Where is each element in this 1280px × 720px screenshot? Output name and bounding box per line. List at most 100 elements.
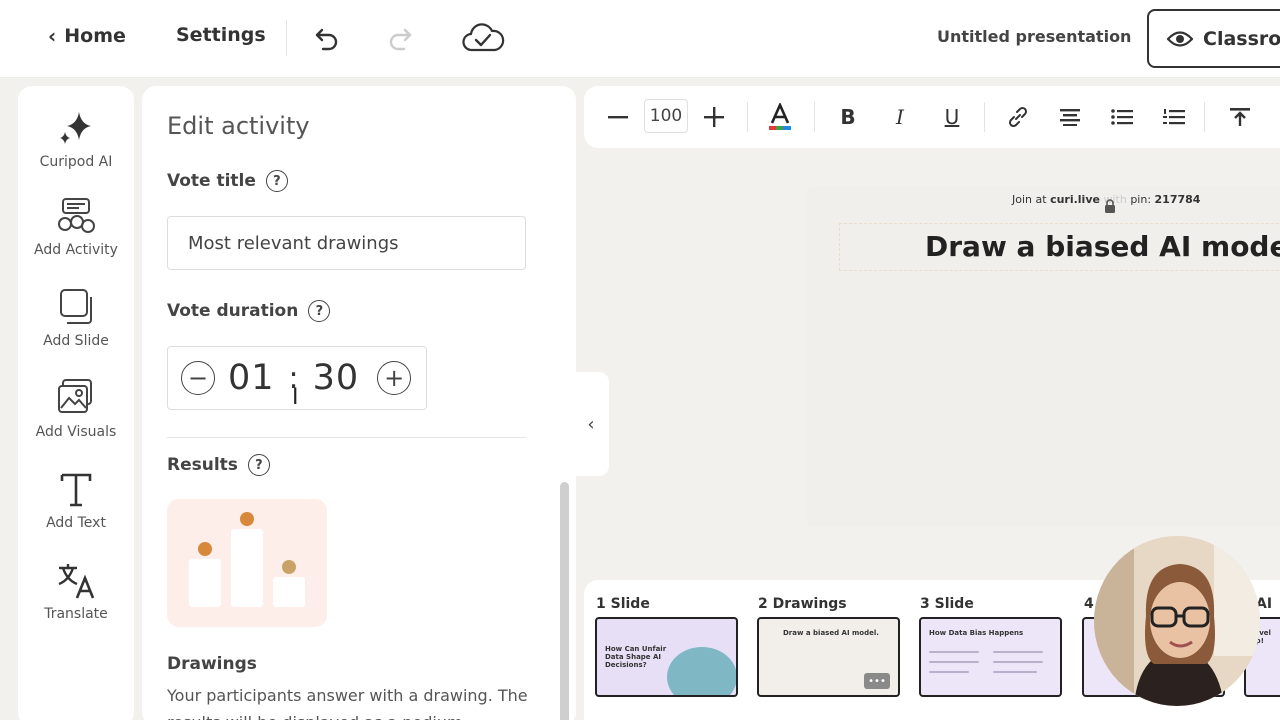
toolbar-divider xyxy=(984,102,985,132)
slide-thumbnail-2[interactable]: Draw a biased AI model. ••• xyxy=(757,617,900,697)
more-options-icon[interactable]: ••• xyxy=(864,673,890,689)
edit-activity-panel: Edit activity Vote title ? Vote duration… xyxy=(142,86,576,720)
podium-results-option[interactable] xyxy=(167,499,327,627)
toolbar-divider xyxy=(286,20,287,56)
rail-item-translate[interactable]: Translate xyxy=(18,560,134,622)
thumb-label: 1 Slide xyxy=(596,596,650,612)
slides-icon xyxy=(60,289,92,324)
presenter-video-image xyxy=(1094,536,1260,706)
bullet-list-icon xyxy=(1111,109,1133,125)
italic-icon[interactable]: I xyxy=(886,102,914,132)
thumb-text-line xyxy=(993,651,1043,653)
duration-minutes[interactable]: 01 xyxy=(228,358,275,398)
zoom-input[interactable]: 100 xyxy=(644,99,688,133)
vote-duration-label-row: Vote duration ? xyxy=(167,300,331,322)
thumb-text-line xyxy=(929,671,969,673)
rail-item-add-visuals[interactable]: Add Visuals xyxy=(18,378,134,440)
rail-item-curipod-ai[interactable]: Curipod AI xyxy=(18,108,134,170)
plus-circle-icon[interactable]: + xyxy=(377,361,412,395)
align-center-button[interactable] xyxy=(1056,102,1084,132)
thumb-text-line xyxy=(993,661,1043,663)
classroom-label: Classro xyxy=(1203,27,1280,50)
chevron-left-icon: ‹ xyxy=(48,24,57,48)
avatar-icon xyxy=(282,560,296,574)
join-pin: 217784 xyxy=(1154,193,1201,206)
rail-item-label: Curipod AI xyxy=(39,154,113,170)
results-label: Results xyxy=(167,455,238,475)
podium-block-second xyxy=(189,559,221,607)
thumb-title: How Data Bias Happens xyxy=(929,629,1024,637)
podium-block-first xyxy=(231,529,263,607)
help-icon[interactable]: ? xyxy=(265,170,288,192)
text-icon xyxy=(60,473,92,507)
sparkle-icon xyxy=(60,112,91,144)
vertical-align-top-button[interactable] xyxy=(1226,102,1254,132)
duration-seconds[interactable]: 30 xyxy=(313,358,360,398)
thumb-label: 2 Drawings xyxy=(758,596,847,612)
redo-icon[interactable] xyxy=(386,22,414,54)
toolbar-divider xyxy=(814,102,815,132)
numbered-list-button[interactable] xyxy=(1160,102,1188,132)
drawings-title: Drawings xyxy=(167,654,257,674)
thumb-title: How Can Unfair Data Shape AI Decisions? xyxy=(605,645,667,669)
rail-item-label: Add Activity xyxy=(34,242,118,258)
rail-item-add-slide[interactable]: Add Slide xyxy=(18,287,134,349)
thumb-text-line xyxy=(929,661,979,663)
thumb-title: Draw a biased AI model. xyxy=(783,629,879,637)
bold-icon[interactable]: B xyxy=(834,102,862,132)
eye-icon xyxy=(1167,30,1193,47)
translate-icon xyxy=(58,564,95,599)
settings-button[interactable]: Settings xyxy=(176,24,266,46)
panel-scrollbar[interactable] xyxy=(560,482,569,720)
plus-icon xyxy=(704,107,724,127)
help-icon[interactable]: ? xyxy=(308,300,331,322)
text-cursor-icon: I xyxy=(292,385,299,410)
left-rail: Curipod AI Add Activity Add Slide Add Vi… xyxy=(18,86,134,720)
vote-title-input[interactable] xyxy=(167,216,526,270)
slide-thumbnail-1[interactable]: How Can Unfair Data Shape AI Decisions? xyxy=(595,617,738,697)
zoom-out-button[interactable] xyxy=(604,102,632,132)
align-top-icon xyxy=(1230,108,1250,126)
numbered-list-icon xyxy=(1163,109,1185,125)
drawings-description: Your participants answer with a drawing.… xyxy=(167,686,528,720)
zoom-in-button[interactable] xyxy=(700,102,728,132)
minus-circle-icon[interactable]: − xyxy=(181,361,215,395)
help-icon[interactable]: ? xyxy=(247,454,270,476)
bullet-list-button[interactable] xyxy=(1108,102,1136,132)
slide-title[interactable]: Draw a biased AI model. xyxy=(925,230,1280,263)
rail-item-add-text[interactable]: Add Text xyxy=(18,469,134,531)
text-color-icon xyxy=(769,103,791,130)
underline-icon[interactable]: U xyxy=(938,102,966,132)
presentation-title[interactable]: Untitled presentation xyxy=(937,27,1131,46)
classroom-button[interactable]: Classro xyxy=(1147,9,1280,68)
rail-item-label: Translate xyxy=(44,606,108,622)
home-button[interactable]: ‹ Home xyxy=(48,24,126,48)
align-center-icon xyxy=(1060,109,1080,126)
minus-icon xyxy=(608,116,628,119)
slide-canvas[interactable]: Join at curi.live with pin: 217784 Draw … xyxy=(807,187,1280,527)
home-label: Home xyxy=(64,25,126,47)
toolbar-divider xyxy=(747,102,748,132)
text-color-button[interactable] xyxy=(764,102,796,132)
podium-block-third xyxy=(273,577,305,607)
vote-duration-label: Vote duration xyxy=(167,301,299,321)
section-divider xyxy=(167,437,526,438)
lock-icon xyxy=(1105,199,1115,213)
thumb-label: 3 Slide xyxy=(920,596,974,612)
results-label-row: Results ? xyxy=(167,454,270,476)
join-site: curi.live xyxy=(1050,193,1100,206)
avatar-icon xyxy=(240,512,254,526)
cloud-saved-icon[interactable] xyxy=(460,18,506,58)
top-bar: ‹ Home Settings Untitled presentation Cl… xyxy=(0,0,1280,78)
link-button[interactable] xyxy=(1004,102,1032,132)
rail-item-add-activity[interactable]: Add Activity xyxy=(18,196,134,258)
undo-icon[interactable] xyxy=(313,22,341,54)
format-toolbar: 100 B I U xyxy=(584,86,1280,148)
join-pin-label: pin: xyxy=(1130,193,1152,206)
activity-icon xyxy=(58,198,95,233)
slide-thumbnail-3[interactable]: How Data Bias Happens xyxy=(919,617,1062,697)
vote-title-label-row: Vote title ? xyxy=(167,170,288,192)
panel-title: Edit activity xyxy=(167,112,310,140)
collapse-panel-button[interactable]: ‹ xyxy=(573,372,609,476)
thumb-text-line xyxy=(929,651,979,653)
